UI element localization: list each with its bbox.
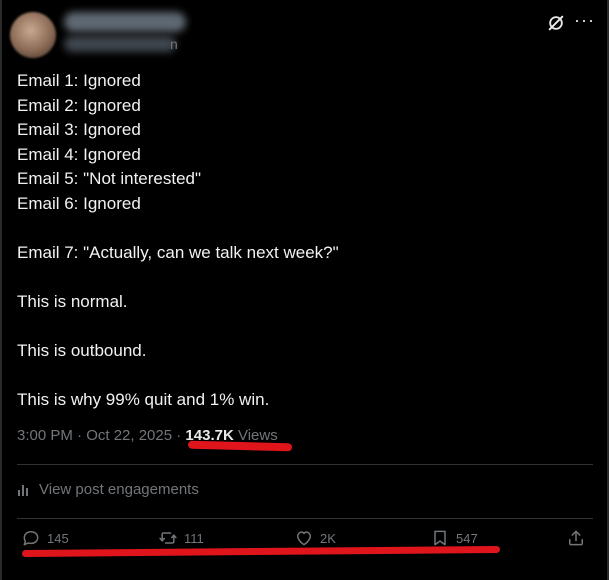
reply-button[interactable]: 145	[21, 528, 69, 548]
like-icon	[297, 531, 311, 546]
post-line: Email 2: Ignored	[17, 95, 141, 115]
post-line: Email 4: Ignored	[17, 144, 141, 164]
divider	[17, 518, 593, 519]
red-marker-underline-views	[187, 440, 293, 452]
author-handle-blurred	[64, 36, 176, 52]
author-handle-tail: n	[170, 36, 178, 52]
post-line: Email 1: Ignored	[17, 71, 141, 90]
like-button[interactable]: 2K	[294, 528, 336, 548]
post-line: This is normal.	[17, 291, 128, 311]
grok-icon[interactable]	[547, 14, 565, 32]
repost-count: 111	[184, 530, 204, 546]
reply-count: 145	[47, 530, 69, 546]
reply-icon	[23, 531, 39, 546]
post-card: n ··· Email 1: Ignored Email 2: Ignored …	[0, 0, 609, 580]
like-count: 2K	[320, 530, 336, 546]
repost-button[interactable]: 111	[158, 528, 204, 548]
share-icon	[569, 530, 583, 546]
share-button[interactable]	[566, 528, 586, 548]
bookmark-count: 547	[456, 530, 478, 546]
engagements-label: View post engagements	[39, 481, 199, 498]
post-text: Email 1: Ignored Email 2: Ignored Email …	[17, 69, 597, 412]
post-line: Email 3: Ignored	[17, 120, 141, 139]
post-line: Email 6: Ignored	[17, 193, 141, 213]
bars-icon	[18, 484, 28, 496]
bookmark-button[interactable]: 547	[430, 528, 478, 548]
post-line: Email 5: "Not interested"	[17, 169, 202, 188]
divider	[17, 464, 593, 465]
more-icon[interactable]: ···	[574, 10, 595, 31]
view-engagements-link[interactable]: View post engagements	[17, 481, 199, 498]
post-timestamp[interactable]: 3:00 PM · Oct 22, 2025 ·	[17, 427, 185, 444]
avatar[interactable]	[10, 12, 56, 58]
bookmark-icon	[434, 530, 446, 546]
author-name-blurred[interactable]	[64, 12, 186, 32]
post-line: This is outbound.	[17, 340, 147, 360]
post-line: This is why 99% quit and 1% win.	[17, 389, 270, 409]
post-line: Email 7: "Actually, can we talk next wee…	[17, 242, 339, 262]
repost-icon	[159, 532, 177, 544]
